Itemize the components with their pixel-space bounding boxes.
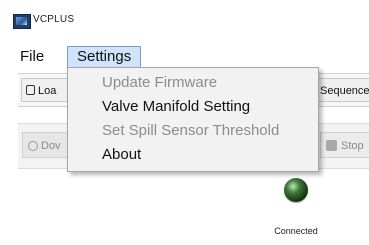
menu-bar: File Settings [0, 46, 369, 68]
sequence-button[interactable]: Sequence [315, 78, 369, 102]
connection-status: Connected [274, 226, 318, 236]
stop-button-label: Stop [341, 140, 364, 152]
menu-settings[interactable]: Settings [67, 46, 142, 68]
title-bar: VCPLUS [0, 0, 369, 40]
window-title: VCPLUS [33, 14, 75, 25]
connection-indicator-icon [284, 178, 308, 202]
menu-item-about[interactable]: About [102, 144, 141, 166]
stop-icon [326, 140, 337, 151]
menu-item-set-spill-sensor-threshold[interactable]: Set Spill Sensor Threshold [102, 120, 279, 142]
download-button-label: Dov [41, 140, 61, 152]
settings-dropdown-menu: Update Firmware Valve Manifold Setting S… [67, 67, 319, 172]
menu-file[interactable]: File [14, 46, 50, 68]
stop-button[interactable]: Stop [320, 132, 369, 158]
app-icon [13, 14, 31, 29]
load-icon [26, 85, 35, 95]
download-icon [28, 141, 38, 151]
menu-item-update-firmware[interactable]: Update Firmware [102, 72, 217, 94]
sequence-button-label: Sequence [320, 85, 369, 97]
menu-item-valve-manifold-setting[interactable]: Valve Manifold Setting [102, 96, 250, 118]
app-window: VCPLUS File Settings Loa Sequence Dov St… [0, 0, 369, 245]
load-button-label: Loa [38, 85, 57, 97]
